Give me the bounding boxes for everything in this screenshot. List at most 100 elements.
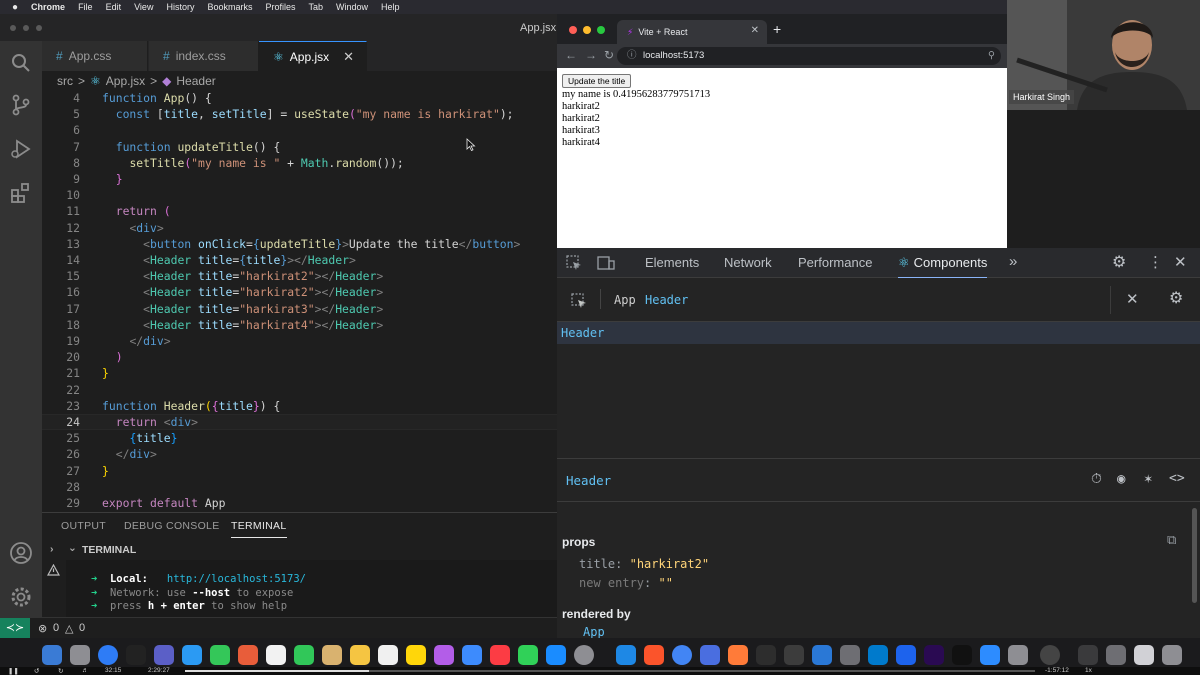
app-icon[interactable] xyxy=(840,645,860,665)
messages-icon[interactable] xyxy=(210,645,230,665)
tab-index-css[interactable]: # index.css xyxy=(149,41,259,71)
app-icon[interactable] xyxy=(700,645,720,665)
window-close-button[interactable] xyxy=(10,25,16,31)
prop-row[interactable]: title: "harkirat2" xyxy=(579,557,709,571)
window-zoom-button[interactable] xyxy=(36,25,42,31)
inspect-element-icon[interactable] xyxy=(566,255,582,271)
run-debug-icon[interactable] xyxy=(9,137,33,161)
safari-icon[interactable] xyxy=(98,645,118,665)
remote-indicator[interactable]: ≺≻ xyxy=(0,618,30,639)
tab-debug-console[interactable]: DEBUG CONSOLE xyxy=(124,520,220,532)
copy-icon[interactable]: ⧉ xyxy=(1167,532,1176,548)
select-component-icon[interactable] xyxy=(571,293,587,309)
window-minimize-button[interactable] xyxy=(583,26,591,34)
menu-profiles[interactable]: Profiles xyxy=(265,2,295,12)
video-progress-track[interactable] xyxy=(185,670,1035,672)
gear-icon[interactable] xyxy=(9,585,33,609)
app-icon[interactable] xyxy=(1008,645,1028,665)
menu-history[interactable]: History xyxy=(166,2,194,12)
downloads-icon[interactable] xyxy=(1134,645,1154,665)
obs-icon[interactable] xyxy=(952,645,972,665)
pause-icon[interactable]: ❚❚ xyxy=(8,667,19,675)
update-title-button[interactable]: Update the title xyxy=(562,74,632,88)
menu-chrome[interactable]: Chrome xyxy=(31,2,65,12)
device-toolbar-icon[interactable] xyxy=(597,255,615,271)
tab-components[interactable]: ⚛ Components xyxy=(898,255,988,279)
vscode-icon[interactable] xyxy=(868,645,888,665)
app-icon[interactable] xyxy=(616,645,636,665)
tab-network[interactable]: Network xyxy=(724,255,772,270)
error-count[interactable]: 0 xyxy=(53,622,59,634)
stickies-icon[interactable] xyxy=(406,645,426,665)
system-settings-icon[interactable] xyxy=(574,645,594,665)
music-icon[interactable] xyxy=(490,645,510,665)
tab-output[interactable]: OUTPUT xyxy=(61,520,106,532)
chevron-right-icon[interactable]: › xyxy=(50,543,54,555)
owner-breadcrumb-app[interactable]: App xyxy=(614,293,636,307)
forward-icon[interactable]: → xyxy=(585,48,597,62)
view-source-icon[interactable]: <> xyxy=(1169,471,1185,486)
launchpad-icon[interactable] xyxy=(70,645,90,665)
eye-icon[interactable]: ◉ xyxy=(1117,471,1125,487)
contacts-icon[interactable] xyxy=(322,645,342,665)
warning-count[interactable]: 0 xyxy=(79,622,85,634)
menu-view[interactable]: View xyxy=(134,2,153,12)
app-icon[interactable] xyxy=(812,645,832,665)
more-tabs-button[interactable]: » xyxy=(1009,253,1017,270)
reminders-icon[interactable] xyxy=(378,645,398,665)
source-control-icon[interactable] xyxy=(9,93,33,117)
photos-icon[interactable] xyxy=(238,645,258,665)
playback-speed[interactable]: 1x xyxy=(1085,667,1092,674)
close-icon[interactable]: ✕ xyxy=(343,49,354,65)
window-close-button[interactable] xyxy=(569,26,577,34)
tab-performance[interactable]: Performance xyxy=(798,255,872,270)
gear-icon[interactable]: ⚙ xyxy=(1112,252,1126,272)
bug-icon[interactable]: ✶ xyxy=(1144,471,1152,487)
terminal-icon[interactable] xyxy=(784,645,804,665)
local-url-link[interactable]: http://localhost:5173/ xyxy=(167,573,306,585)
keynote-icon[interactable] xyxy=(462,645,482,665)
teams-icon[interactable] xyxy=(154,645,174,665)
reload-icon[interactable]: ↻ xyxy=(604,48,614,62)
brave-icon[interactable] xyxy=(644,645,664,665)
prop-row-new-entry[interactable]: new entry: "" xyxy=(579,576,673,590)
menu-edit[interactable]: Edit xyxy=(106,2,122,12)
notes-icon[interactable] xyxy=(350,645,370,665)
tab-elements[interactable]: Elements xyxy=(645,255,699,270)
numbers-icon[interactable] xyxy=(518,645,538,665)
trash-icon[interactable] xyxy=(1162,645,1182,665)
app-icon[interactable] xyxy=(1078,645,1098,665)
tree-item-selected[interactable]: Header xyxy=(557,322,1200,344)
apple-icon[interactable]: ● xyxy=(12,2,18,13)
app-icon[interactable] xyxy=(1106,645,1126,665)
breadcrumb-symbol[interactable]: Header xyxy=(176,74,215,88)
tv-app-icon[interactable] xyxy=(126,645,146,665)
tab-app-jsx[interactable]: ⚛ App.jsx ✕ xyxy=(259,41,367,71)
window-minimize-button[interactable] xyxy=(23,25,29,31)
prop-value[interactable]: "harkirat2" xyxy=(630,557,709,571)
calendar-icon[interactable] xyxy=(266,645,286,665)
menu-help[interactable]: Help xyxy=(381,2,400,12)
terminal[interactable]: ➜ Local: http://localhost:5173/ ➜ Networ… xyxy=(66,560,557,617)
menu-file[interactable]: File xyxy=(78,2,93,12)
chrome-icon[interactable] xyxy=(672,645,692,665)
scrollbar[interactable] xyxy=(1192,508,1197,603)
terminal-icon[interactable] xyxy=(756,645,776,665)
extensions-icon[interactable] xyxy=(9,181,33,205)
mail-icon[interactable] xyxy=(182,645,202,665)
menu-bookmarks[interactable]: Bookmarks xyxy=(207,2,252,12)
prop-value[interactable]: "" xyxy=(659,576,673,590)
volume-icon[interactable]: ♬ xyxy=(82,667,89,674)
app-store-icon[interactable] xyxy=(546,645,566,665)
tab-app-css[interactable]: # App.css xyxy=(42,41,148,71)
terminal-section-header[interactable]: › ⌄ TERMINAL xyxy=(42,538,557,560)
finder-icon[interactable] xyxy=(42,645,62,665)
back-icon[interactable]: ← xyxy=(565,48,577,62)
menu-tab[interactable]: Tab xyxy=(309,2,324,12)
menu-window[interactable]: Window xyxy=(336,2,368,12)
code-editor[interactable]: 4 function App() { 5 const [title, setTit… xyxy=(42,90,557,512)
chevron-down-icon[interactable]: ⌄ xyxy=(68,542,77,554)
forward-icon[interactable]: ↻ xyxy=(58,667,63,675)
search-icon[interactable] xyxy=(9,51,33,75)
stopwatch-icon[interactable]: ⏱ xyxy=(1091,471,1102,487)
